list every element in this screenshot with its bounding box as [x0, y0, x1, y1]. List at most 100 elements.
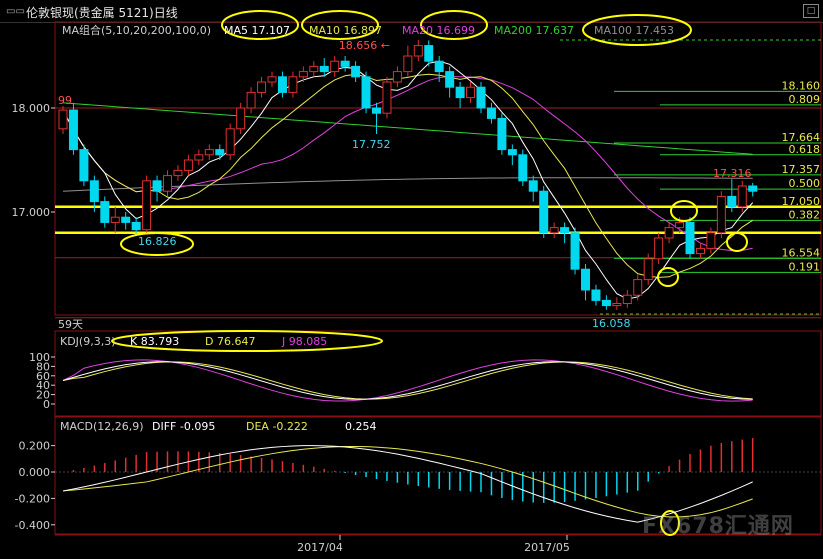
- candle-body: [382, 81, 392, 114]
- candle-body: [361, 76, 371, 109]
- candle-body: [351, 65, 361, 78]
- candle-body: [215, 149, 225, 156]
- candle-body: [173, 169, 183, 177]
- macd-dea: DEA -0.222: [246, 420, 308, 433]
- ma200-value: MA200 17.637: [494, 24, 574, 37]
- candle-body: [267, 76, 277, 83]
- candle-body: [89, 180, 99, 203]
- kdj-j-line: [62, 359, 753, 402]
- fib-level-label: 17.357: [782, 163, 821, 176]
- kdj-k: K 83.793: [130, 335, 180, 348]
- pullback-low-annotation: 17.752: [352, 138, 391, 151]
- kdj-name: KDJ(9,3,3): [60, 335, 116, 348]
- candle-body: [434, 60, 444, 73]
- candle-body: [654, 237, 664, 260]
- kdj-j: J 98.085: [282, 335, 328, 348]
- candle-body: [319, 65, 329, 73]
- kdj-d: D 76.647: [205, 335, 256, 348]
- candle-body: [528, 180, 538, 192]
- candle-body: [403, 55, 413, 73]
- candle-body: [340, 60, 350, 67]
- candle-body: [622, 294, 632, 305]
- candle-body: [706, 232, 716, 249]
- fib-level-label: 0.191: [789, 260, 821, 273]
- macd-axis-label: -0.200: [15, 492, 50, 505]
- candle-body: [664, 227, 674, 239]
- candle-body: [413, 45, 423, 57]
- fib-level-label: 0.809: [789, 93, 821, 106]
- candle-body: [110, 216, 120, 223]
- candle-body: [309, 65, 319, 73]
- candle-body: [591, 289, 601, 301]
- candle-body: [58, 109, 68, 130]
- high-annotation: 18.656 ←: [339, 39, 390, 52]
- candle-body: [330, 60, 340, 73]
- candle-body: [633, 279, 643, 296]
- candle-body: [601, 299, 611, 307]
- candle-body: [445, 71, 455, 88]
- candle-body: [68, 109, 78, 151]
- candle-body: [549, 227, 559, 234]
- ma5-value: MA5 17.107: [224, 24, 290, 37]
- candle-body: [121, 216, 131, 223]
- candle-body: [142, 180, 152, 231]
- swing-low-annotation: 16.826: [138, 235, 177, 248]
- candle-body: [716, 195, 726, 234]
- candle-body: [455, 86, 465, 99]
- candle-body: [612, 303, 622, 307]
- kdj-axis-label: 0: [43, 398, 50, 411]
- y-tick-label: 17.000: [12, 206, 51, 219]
- candle-body: [695, 247, 705, 255]
- candle-body: [225, 128, 235, 156]
- candle-body: [183, 159, 193, 171]
- candle-body: [288, 76, 298, 93]
- ma20-value: MA20 16.699: [402, 24, 475, 37]
- period-label: 59天: [58, 318, 83, 331]
- candle-body: [152, 180, 162, 192]
- candle-body: [518, 154, 528, 182]
- candle-body: [372, 107, 381, 114]
- macd-axis-label: -0.400: [15, 519, 50, 532]
- candle-body: [476, 86, 486, 109]
- candle-body: [507, 149, 517, 156]
- highlight-ellipse: [726, 232, 748, 252]
- ma20-line: [62, 76, 753, 252]
- candle-body: [194, 154, 204, 161]
- candle-body: [246, 91, 256, 109]
- kdj-k-line: [62, 361, 753, 400]
- left-marker-annotation: 99: [58, 94, 72, 107]
- highlight-ellipse: [670, 200, 698, 222]
- ma200-line: [62, 102, 753, 155]
- candle-body: [560, 227, 570, 234]
- candle-body: [737, 185, 747, 208]
- candle-body: [643, 258, 653, 281]
- candle-body: [486, 107, 496, 119]
- low-annotation: 16.058: [592, 317, 631, 330]
- candle-body: [675, 221, 685, 229]
- macd-name: MACD(12,26,9): [60, 420, 144, 433]
- macd-axis-label: 0.200: [19, 440, 51, 453]
- macd-value: 0.254: [345, 420, 377, 433]
- fib-level-label: 0.618: [789, 143, 821, 156]
- candle-body: [131, 221, 141, 231]
- candle-body: [392, 71, 402, 83]
- candle-body: [581, 268, 590, 291]
- y-tick-label: 18.000: [12, 102, 51, 115]
- candle-body: [748, 185, 758, 192]
- candle-body: [298, 71, 308, 78]
- candle-body: [466, 86, 476, 99]
- candle-body: [539, 190, 549, 234]
- macd-axis-label: 0.000: [19, 466, 51, 479]
- candle-body: [204, 149, 214, 156]
- candle-body: [100, 201, 110, 223]
- candle-body: [79, 149, 89, 182]
- candle-body: [163, 175, 172, 192]
- ma100-value: MA100 17.453: [594, 24, 674, 37]
- price-chart[interactable]: 18.00017.00018.1600.80917.6640.61817.357…: [0, 0, 823, 559]
- fib-level-label: 0.382: [789, 208, 821, 221]
- fib-level-label: 16.554: [782, 246, 821, 259]
- candle-body: [497, 117, 507, 151]
- candle-body: [685, 221, 695, 255]
- x-tick-label: 2017/05: [524, 541, 570, 554]
- macd-diff: DIFF -0.095: [152, 420, 216, 433]
